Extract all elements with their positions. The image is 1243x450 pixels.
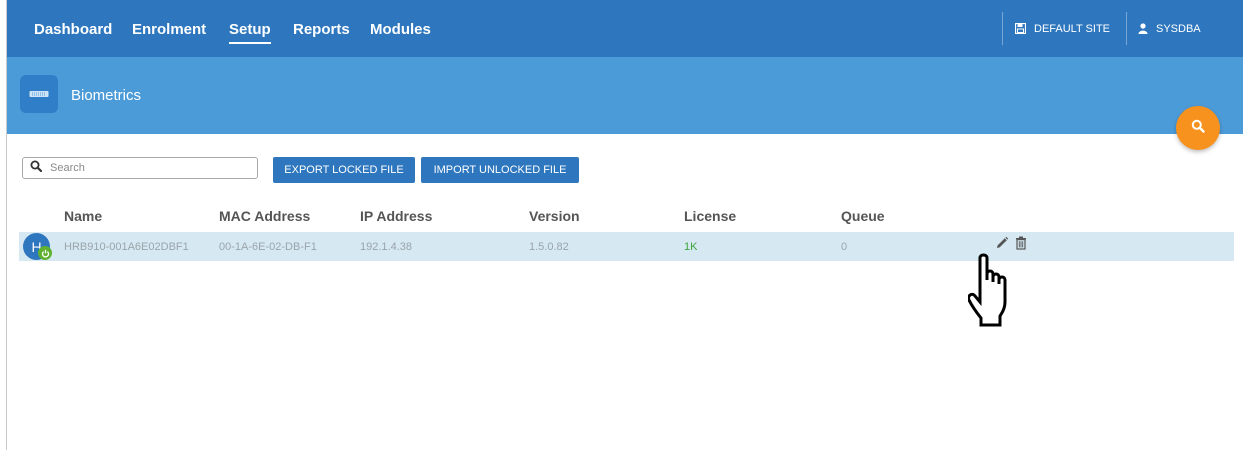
export-locked-file-button[interactable]: EXPORT LOCKED FILE <box>273 157 415 183</box>
nav-enrolment[interactable]: Enrolment <box>132 21 206 38</box>
app-window: Dashboard Enrolment Setup Reports Module… <box>6 0 1243 450</box>
power-icon <box>38 246 52 260</box>
column-header-version[interactable]: Version <box>529 208 580 224</box>
user-label: SYSDBA <box>1156 22 1201 35</box>
site-selector[interactable]: DEFAULT SITE <box>1015 0 1110 57</box>
column-header-license[interactable]: License <box>684 208 736 224</box>
user-icon <box>1138 23 1148 34</box>
cell-version: 1.5.0.82 <box>529 241 569 253</box>
cell-queue: 0 <box>841 241 848 253</box>
cell-ip-address: 192.1.4.38 <box>360 241 412 253</box>
nav-dashboard[interactable]: Dashboard <box>34 21 112 38</box>
search-icon <box>30 159 43 177</box>
nav-reports[interactable]: Reports <box>293 21 350 38</box>
column-header-mac-address[interactable]: MAC Address <box>219 208 310 224</box>
user-menu[interactable]: SYSDBA <box>1138 0 1201 57</box>
nav-setup[interactable]: Setup <box>229 21 271 44</box>
search-icon <box>1191 119 1205 138</box>
site-label: DEFAULT SITE <box>1034 22 1111 35</box>
cell-name: HRB910-001A6E02DBF1 <box>64 241 189 253</box>
nav-divider <box>1126 12 1127 45</box>
cell-mac-address: 00-1A-6E-02-DB-F1 <box>219 241 317 253</box>
page-title: Biometrics <box>71 87 142 104</box>
search-fab[interactable] <box>1176 106 1220 150</box>
page-header: Biometrics <box>7 57 1243 134</box>
trash-icon[interactable] <box>1015 236 1027 255</box>
nav-modules[interactable]: Modules <box>370 21 431 38</box>
search-box[interactable] <box>22 157 258 179</box>
floppy-disk-icon <box>1015 23 1026 34</box>
column-header-queue[interactable]: Queue <box>841 208 885 224</box>
column-header-name[interactable]: Name <box>64 208 102 224</box>
edit-pencil-icon[interactable] <box>995 236 1009 255</box>
biometrics-module-icon <box>20 75 58 113</box>
top-navigation: Dashboard Enrolment Setup Reports Module… <box>7 0 1243 57</box>
column-header-ip-address[interactable]: IP Address <box>360 208 432 224</box>
search-input[interactable] <box>50 162 240 174</box>
hand-pointer-cursor-icon <box>967 250 1040 337</box>
nav-divider <box>1002 12 1003 45</box>
table-row[interactable] <box>19 232 1234 261</box>
import-unlocked-file-button[interactable]: IMPORT UNLOCKED FILE <box>421 157 579 183</box>
cell-license: 1K <box>684 241 698 253</box>
